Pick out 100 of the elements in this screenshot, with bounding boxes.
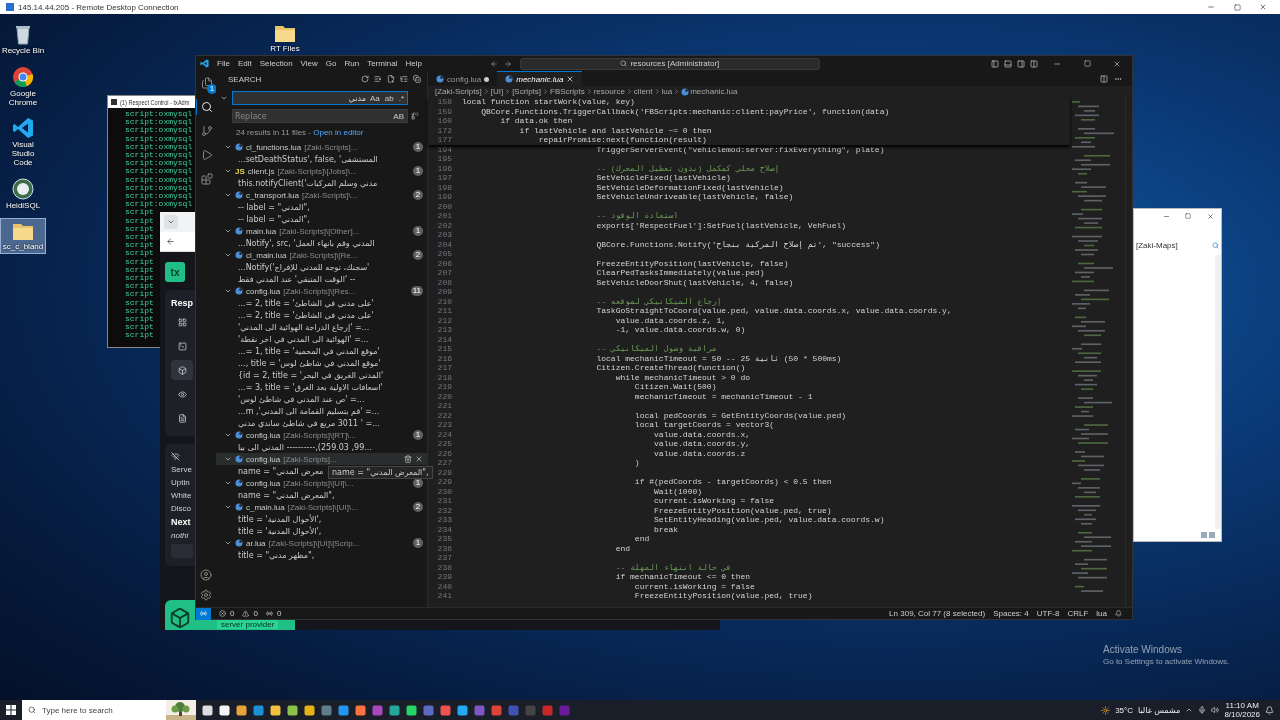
browser-icon[interactable]: [491, 704, 502, 716]
match-line[interactable]: ...Notify('سجنك، توجه للمدني للإفراج': [238, 262, 370, 272]
match-line[interactable]: title = "مظهر مدني",: [238, 550, 315, 560]
match-line[interactable]: ...= 'إرجاع الدراجة الهوائية الى المدني': [238, 322, 370, 332]
menu-item[interactable]: Run: [344, 59, 360, 68]
match-line[interactable]: ...= 'قم بتسليم القمامة الى المدني', m...: [238, 406, 380, 416]
chat-icon[interactable]: [406, 704, 417, 716]
warning-count[interactable]: 0: [253, 609, 258, 618]
ports-count[interactable]: 0: [276, 609, 282, 618]
match-line[interactable]: {id = 2, title = 'المدني الغريق في البحر': [238, 370, 384, 380]
match-line[interactable]: ...Notify', src, 'المدني وقم بانهاء العمل: [238, 238, 375, 248]
error-count[interactable]: 0: [230, 609, 235, 618]
close-icon[interactable]: [415, 455, 423, 463]
match-line[interactable]: -- label = "المدني",: [238, 214, 310, 224]
tray-expand-icon[interactable]: [1185, 706, 1194, 714]
match-line[interactable]: title = 'الأحوال المدنية',: [238, 526, 322, 536]
menu-item[interactable]: File: [217, 59, 230, 68]
panel-toggle-icon[interactable]: [1004, 59, 1012, 68]
sidebar-toggle-icon[interactable]: [991, 59, 999, 68]
menu-item[interactable]: Terminal: [367, 59, 398, 68]
replace-all-icon[interactable]: [411, 112, 419, 120]
app-icon[interactable]: [304, 704, 315, 716]
microphone-icon[interactable]: [1198, 706, 1207, 714]
file-row[interactable]: cl_functions.lua [Zaki-Scripts]... 1: [216, 141, 427, 153]
secondary-sidebar-icon[interactable]: [1017, 59, 1025, 68]
match-line[interactable]: ...= 3, title = 'اسعافات الاولية بعد الغرق': [238, 382, 383, 392]
command-center[interactable]: resources [Administrator]: [519, 57, 820, 70]
match-line[interactable]: ..., title = 'موقع المدني في شاطئ لوس': [238, 358, 381, 368]
desktop-icon[interactable]: HeidiSQL: [0, 174, 46, 214]
app-icon[interactable]: [338, 704, 349, 716]
breadcrumb[interactable]: mechanic.lua: [690, 87, 738, 96]
remote-button[interactable]: [196, 607, 211, 620]
option-toggle[interactable]: .*: [397, 93, 405, 103]
breadcrumb[interactable]: resource: [593, 87, 625, 96]
app-icon[interactable]: [236, 704, 247, 716]
store-icon[interactable]: [219, 704, 230, 716]
close-icon[interactable]: [566, 75, 575, 83]
breadcrumb[interactable]: FBScripts: [550, 87, 585, 96]
volume-icon[interactable]: [1211, 706, 1220, 714]
match-line[interactable]: name = "معرض المدني: [238, 466, 324, 476]
encoding-status[interactable]: UTF-8: [1036, 609, 1060, 618]
breadcrumb[interactable]: [UI]: [490, 87, 504, 96]
match-line[interactable]: name = "المعرض المدني",: [238, 490, 335, 500]
line-ending-status[interactable]: CRLF: [1067, 609, 1089, 618]
app-icon[interactable]: [389, 704, 400, 716]
match-line[interactable]: ...setDeathStatus', false, 'المستشفى: [238, 154, 378, 164]
cursor-position[interactable]: Ln 309, Col 77 (8 selected): [889, 609, 986, 618]
code-editor-icon[interactable]: [457, 704, 468, 716]
editor-tab[interactable]: mechanic.lua: [497, 71, 583, 86]
menu-item[interactable]: View: [300, 59, 318, 68]
folder-icon[interactable]: [270, 704, 281, 716]
app-icon[interactable]: [440, 704, 451, 716]
match-line[interactable]: this.notifyClient('مدني وسلم المركبات: [238, 178, 378, 188]
match-line[interactable]: -- 'الوقت المتبقي' عند المدني فقط: [238, 274, 356, 284]
forward-icon[interactable]: [503, 59, 512, 68]
desktop-icon[interactable]: Google Chrome: [0, 62, 46, 111]
breadcrumb[interactable]: client: [633, 87, 653, 96]
breadcrumb[interactable]: [Zaki-Scripts]: [435, 87, 482, 96]
menu-item[interactable]: Selection: [259, 59, 293, 68]
indentation-status[interactable]: Spaces: 4: [993, 609, 1029, 618]
option-toggle[interactable]: ab: [383, 93, 395, 103]
desktop-icon[interactable]: Visual Studio Code: [0, 114, 46, 171]
settings-icon[interactable]: [200, 589, 212, 601]
desktop-icon[interactable]: sc_c_bland: [0, 217, 46, 255]
nav-item[interactable]: [171, 360, 193, 380]
replace-field[interactable]: Replace AB: [232, 109, 408, 123]
open-in-editor-link[interactable]: Open in editor: [313, 128, 364, 137]
match-line[interactable]: -- label = "المدني",: [238, 202, 310, 212]
match-line[interactable]: ...= 'ص عند المدني في شاطئ لوس': [238, 394, 365, 404]
desktop-icon[interactable]: Recycle Bin: [0, 20, 46, 59]
match-line[interactable]: ...= 'الهوائية الى المدني في اخر نقطة': [238, 334, 369, 344]
desktop-icon[interactable]: RT Files: [262, 20, 308, 57]
breadcrumb[interactable]: [Scripts]: [512, 87, 542, 96]
match-line[interactable]: ...99, 259.03),---------- المدني الى بيا: [238, 442, 372, 452]
refresh-icon[interactable]: [361, 75, 369, 83]
file-row[interactable]: config.lua [Zaki-Scripts]\[Res... 11: [216, 285, 427, 297]
option-toggle[interactable]: Aa: [368, 93, 381, 103]
app-icon[interactable]: [355, 704, 366, 716]
file-row[interactable]: config.lua [Zaki-Scripts]...: [216, 453, 427, 465]
file-row[interactable]: JS client.js [Zaki-Scripts]\[Jobs]\... 1: [216, 165, 427, 177]
file-row[interactable]: config.lua [Zaki-Scripts]\[UI]\... 1: [216, 477, 427, 489]
match-line[interactable]: ...= 2, title = 'على مدني في الشاطئ': [238, 298, 374, 308]
file-row[interactable]: c_main.lua [Zaki-Scripts]\[UI]\... 2: [216, 501, 427, 513]
menu-item[interactable]: Help: [405, 59, 422, 68]
notifications-icon[interactable]: [1115, 610, 1122, 617]
file-row[interactable]: main.lua [Zaki-Scripts]\[Other]... 1: [216, 225, 427, 237]
file-row[interactable]: ar.lua [Zaki-Scripts]\[UI]\[Scrip... 1: [216, 537, 427, 549]
task-view-icon[interactable]: [202, 704, 213, 716]
split-editor-icon[interactable]: [1100, 74, 1108, 83]
app-icon[interactable]: [287, 704, 298, 716]
back-icon[interactable]: [166, 237, 175, 246]
collapse-icon[interactable]: [413, 75, 421, 83]
notifications-icon[interactable]: [1265, 705, 1274, 715]
search-icon[interactable]: [1212, 241, 1219, 249]
file-row[interactable]: cl_main.lua [Zaki-Scripts]\[Re... 2: [216, 249, 427, 261]
match-line[interactable]: ...= 2, title = 'على مدني في الشاطئ': [238, 310, 374, 320]
list-icon[interactable]: [400, 75, 408, 83]
match-line[interactable]: title = 'الأحوال المدنية',: [238, 514, 322, 524]
match-line[interactable]: ...= ' 3011 مربع في شاطئ ساندي مدني: [238, 418, 380, 428]
layout-icon[interactable]: [1030, 59, 1038, 68]
